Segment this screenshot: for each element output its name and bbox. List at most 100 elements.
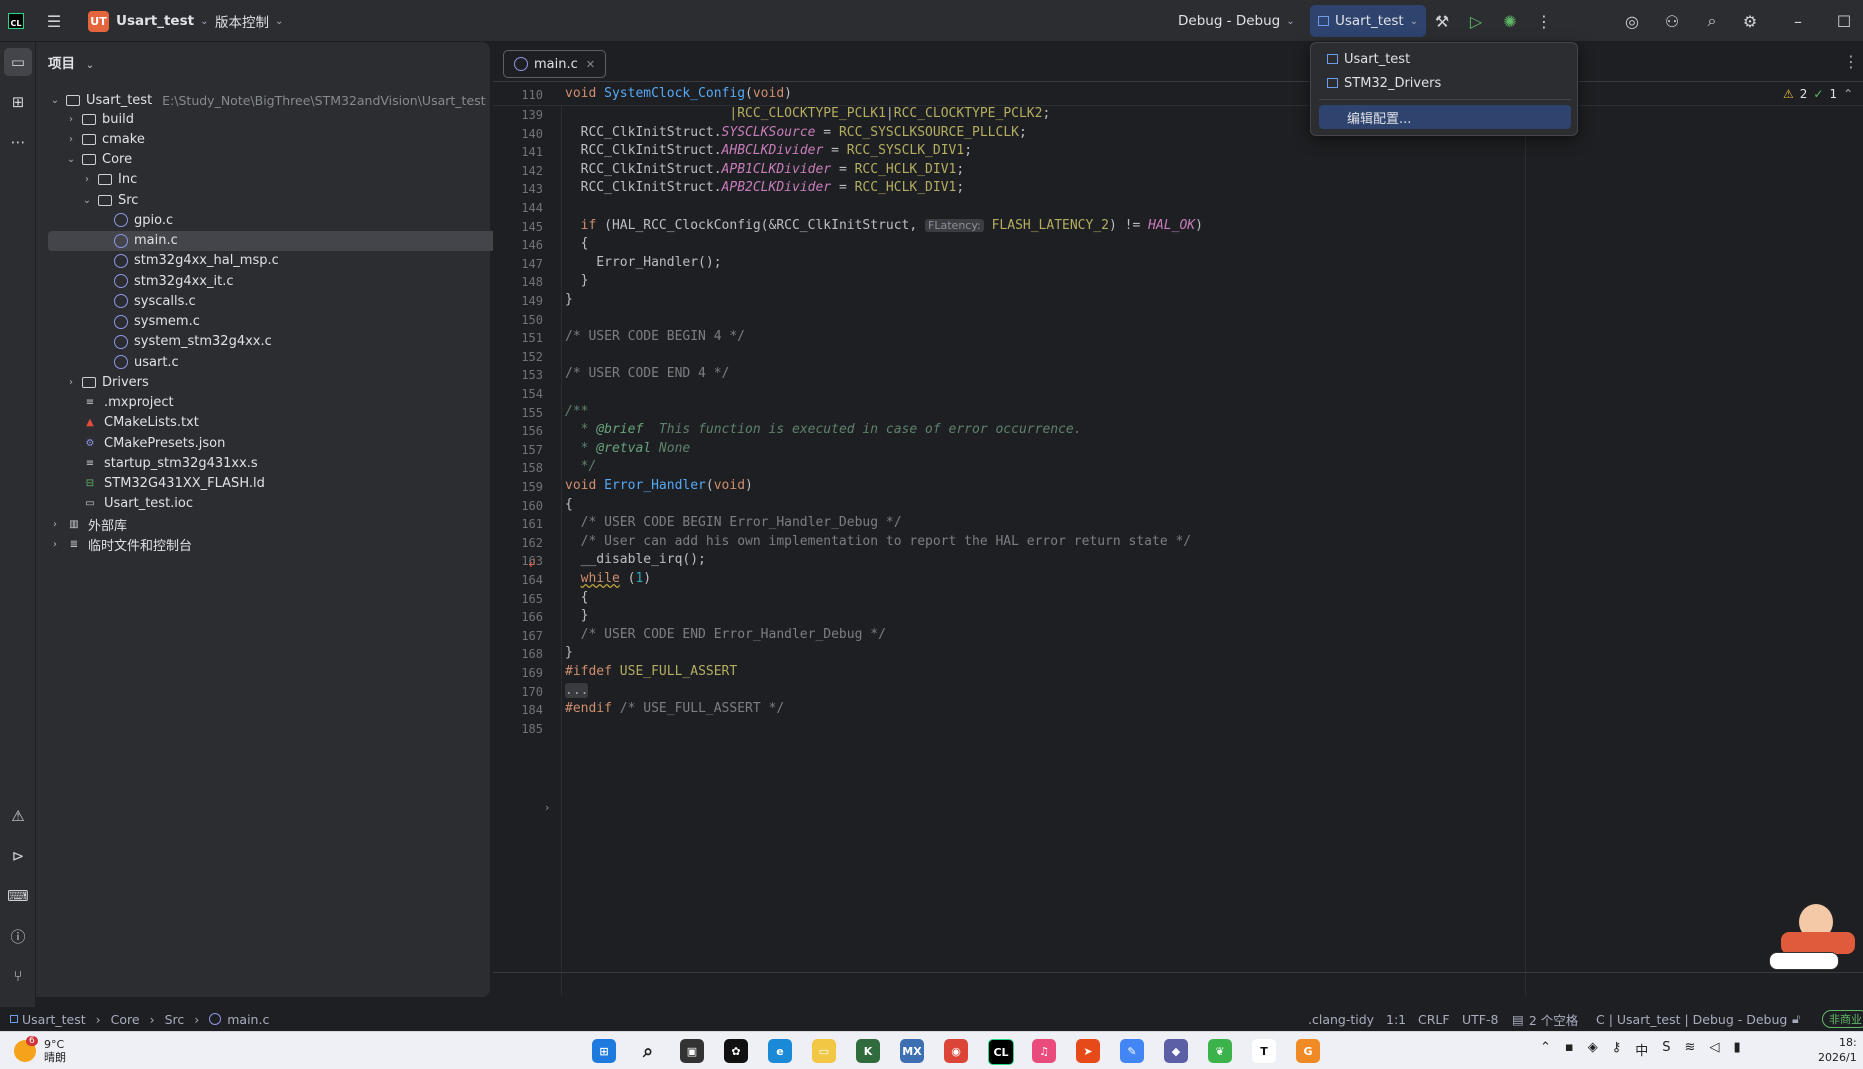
- audio-app-icon[interactable]: ♫: [1032, 1039, 1056, 1063]
- search-icon[interactable]: ⌕: [1700, 9, 1724, 33]
- maximize-icon[interactable]: ☐: [1832, 9, 1856, 33]
- code-line[interactable]: {: [565, 236, 589, 251]
- edit-app-icon[interactable]: ✎: [1120, 1039, 1144, 1063]
- tree-item[interactable]: ⌄ Src: [48, 190, 518, 210]
- tree-item[interactable]: system_stm32g4xx.c: [48, 332, 534, 352]
- code-line[interactable]: #endif /* USE_FULL_ASSERT */: [565, 701, 784, 716]
- tree-item[interactable]: main.c: [48, 230, 534, 251]
- expand-arrow-icon[interactable]: ›: [64, 134, 78, 145]
- tree-item[interactable]: › build: [48, 109, 502, 129]
- run-target-selector[interactable]: Usart_test ⌄: [1310, 5, 1427, 37]
- expand-arrow-icon[interactable]: ›: [48, 519, 62, 530]
- debug-icon[interactable]: ✺: [1498, 9, 1522, 33]
- expand-arrow-icon[interactable]: ›: [48, 539, 62, 550]
- code-line[interactable]: RCC_ClkInitStruct.APB1CLKDivider = RCC_H…: [565, 162, 965, 177]
- chrome-browser-icon[interactable]: ◉: [944, 1039, 968, 1063]
- tray-s-icon[interactable]: S: [1662, 1040, 1670, 1059]
- more-tools-icon[interactable]: ⋯: [4, 128, 32, 156]
- tree-item[interactable]: › Drivers: [48, 372, 502, 392]
- implementation-gutter-icon[interactable]: ↲: [527, 556, 537, 570]
- code-line[interactable]: * @retval None: [565, 441, 691, 456]
- clion-taskbar-icon[interactable]: CL: [988, 1039, 1014, 1065]
- tray-key-icon[interactable]: ⚷: [1612, 1040, 1622, 1059]
- license-badge[interactable]: 非商业: [1822, 1007, 1863, 1031]
- tree-item[interactable]: stm32g4xx_it.c: [48, 271, 534, 291]
- task-view-icon[interactable]: ▣: [680, 1039, 704, 1063]
- code-line[interactable]: ...: [565, 682, 589, 698]
- git-branch-icon[interactable]: ⑂: [4, 962, 32, 990]
- code-line[interactable]: }: [565, 608, 589, 623]
- tree-item[interactable]: sysmem.c: [48, 312, 534, 332]
- leaf-app-icon[interactable]: ❦: [1208, 1039, 1232, 1063]
- close-tab-icon[interactable]: ✕: [586, 58, 595, 71]
- system-tray[interactable]: ⌃ ▪ ◈ ⚷ 中 S ≋ ◁ ▮: [1540, 1040, 1741, 1059]
- lock-icon[interactable]: 🔓︎: [1792, 1007, 1800, 1031]
- code-line[interactable]: */: [565, 459, 597, 474]
- problems-warning-icon[interactable]: ⚠: [4, 802, 32, 830]
- tab-options-icon[interactable]: ⋮: [1843, 52, 1859, 71]
- send-app-icon[interactable]: ➤: [1076, 1039, 1100, 1063]
- fold-expand-icon[interactable]: ›: [545, 801, 549, 814]
- tree-item[interactable]: ▲ CMakeLists.txt: [48, 413, 502, 433]
- tray-chevron-up-icon[interactable]: ⌃: [1540, 1040, 1551, 1059]
- tree-item[interactable]: usart.c: [48, 352, 534, 372]
- breadcrumb-item[interactable]: Usart_test: [22, 1012, 86, 1027]
- app-logo-icon[interactable]: CL: [4, 9, 28, 33]
- vcs-menu[interactable]: 版本控制 ⌄: [215, 0, 283, 42]
- caret-position[interactable]: 1:1: [1386, 1007, 1406, 1031]
- code-line[interactable]: /* User can add his own implementation t…: [565, 534, 1191, 549]
- tray-ime-icon[interactable]: 中: [1635, 1040, 1648, 1059]
- tab-main-c[interactable]: main.c ✕: [503, 50, 606, 78]
- sticky-line[interactable]: 110 void SystemClock_Config(void) ⚠ 2 ✓ 1 …: [493, 84, 1863, 106]
- code-line[interactable]: while (1): [565, 571, 651, 586]
- file-encoding[interactable]: UTF-8: [1462, 1007, 1498, 1031]
- code-line[interactable]: if (HAL_RCC_ClockConfig(&RCC_ClkInitStru…: [565, 218, 1203, 233]
- chatgpt-app-icon[interactable]: ✿: [724, 1039, 748, 1063]
- minimize-icon[interactable]: –: [1786, 9, 1810, 33]
- breadcrumb-item[interactable]: Core: [111, 1012, 140, 1027]
- run-icon[interactable]: ▷: [1464, 9, 1488, 33]
- expand-arrow-icon[interactable]: ⌄: [80, 195, 94, 206]
- tree-item[interactable]: stm32g4xx_hal_msp.c: [48, 251, 534, 271]
- chevron-up-icon[interactable]: ⌃: [1843, 87, 1853, 101]
- keil-app-icon[interactable]: K: [856, 1039, 880, 1063]
- code-line[interactable]: RCC_ClkInitStruct.SYSCLKSource = RCC_SYS…: [565, 125, 1027, 140]
- build-config-selector[interactable]: Debug - Debug ⌄: [1178, 0, 1295, 42]
- clock[interactable]: 18: 2026/1: [1818, 1035, 1857, 1065]
- structure-icon[interactable]: ⊞: [4, 88, 32, 116]
- windows-start-icon[interactable]: ⊞: [592, 1039, 616, 1063]
- code-with-me-icon[interactable]: ⚇: [1660, 9, 1684, 33]
- code-line[interactable]: RCC_ClkInitStruct.AHBCLKDivider = RCC_SY…: [565, 143, 972, 158]
- run-config-item-usart-test[interactable]: Usart_test: [1319, 47, 1571, 71]
- code-line[interactable]: /* USER CODE BEGIN Error_Handler_Debug *…: [565, 515, 902, 530]
- breadcrumb-item[interactable]: main.c: [227, 1012, 269, 1027]
- tree-item[interactable]: › cmake: [48, 129, 502, 149]
- build-hammer-icon[interactable]: ⚒: [1430, 9, 1454, 33]
- wifi-icon[interactable]: ≋: [1685, 1040, 1696, 1059]
- code-line[interactable]: /* USER CODE BEGIN 4 */: [565, 329, 745, 344]
- breadcrumb-item[interactable]: Src: [165, 1012, 185, 1027]
- expand-arrow-icon[interactable]: ›: [80, 174, 94, 185]
- tree-item[interactable]: ⌄ Core: [48, 150, 502, 170]
- orange-app-icon[interactable]: G: [1296, 1039, 1320, 1063]
- edge-browser-icon[interactable]: e: [768, 1039, 792, 1063]
- expand-arrow-icon[interactable]: ⌄: [64, 154, 78, 165]
- tree-item[interactable]: syscalls.c: [48, 291, 534, 311]
- project-tool-folder-icon[interactable]: ▭: [4, 48, 32, 76]
- code-line[interactable]: {: [565, 590, 589, 605]
- code-line[interactable]: /* USER CODE END Error_Handler_Debug */: [565, 627, 886, 642]
- typora-app-icon[interactable]: T: [1252, 1039, 1276, 1063]
- tree-item[interactable]: › ≣ 临时文件和控制台: [48, 534, 486, 554]
- tray-cat-icon[interactable]: ◈: [1588, 1040, 1598, 1059]
- code-line[interactable]: void Error_Handler(void): [565, 478, 753, 493]
- more-actions-icon[interactable]: ⋮: [1532, 9, 1556, 33]
- file-explorer-icon[interactable]: ▭: [812, 1039, 836, 1063]
- settings-gear-icon[interactable]: ⚙: [1738, 9, 1762, 33]
- edit-configurations-item[interactable]: 编辑配置...: [1319, 105, 1571, 129]
- weather-widget[interactable]: 6 9°C 晴朗: [14, 1036, 66, 1064]
- code-line[interactable]: __disable_irq();: [565, 552, 706, 567]
- inspection-widget[interactable]: ⚠ 2 ✓ 1 ⌃: [1783, 87, 1853, 101]
- code-line[interactable]: * @brief This function is executed in ca…: [565, 422, 1082, 437]
- main-menu-icon[interactable]: ☰: [42, 9, 66, 33]
- notifications-icon[interactable]: ⓘ: [4, 922, 32, 950]
